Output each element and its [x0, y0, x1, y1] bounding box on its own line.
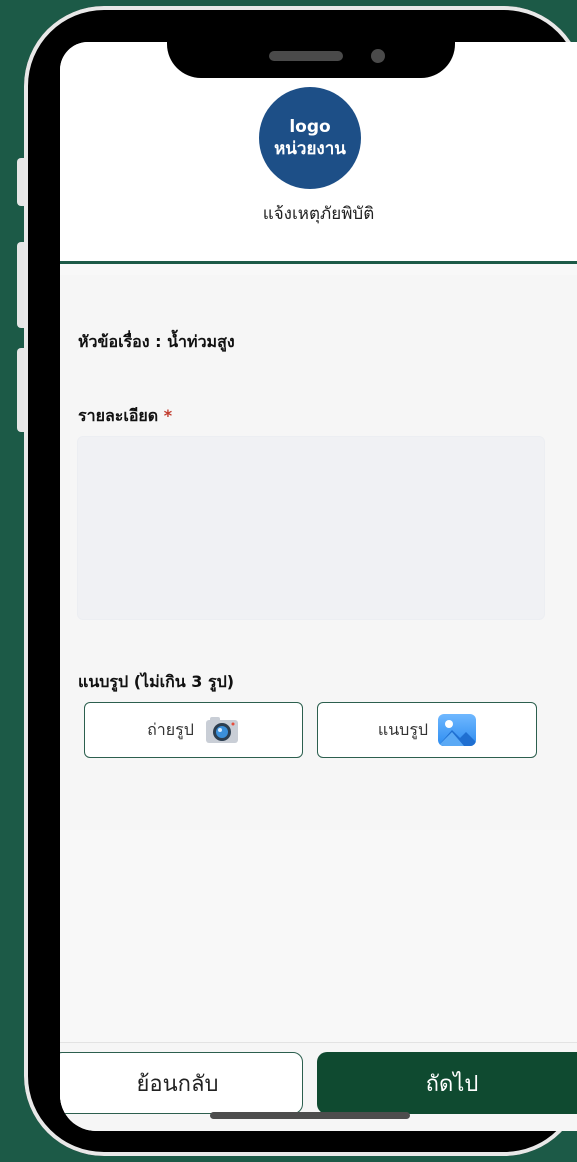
camera-icon [204, 715, 240, 745]
take-photo-label: ถ่ายรูป [147, 719, 194, 739]
attach-label: แนบรูป (ไม่เกิน 3 รูป) [78, 672, 235, 691]
phone-notch [167, 10, 455, 78]
app-screen: logo หน่วยงาน แจ้งเหตุภัยพิบัติ หัวข้อเร… [60, 42, 577, 1131]
page-title: แจ้งเหตุภัยพิบัติ [262, 204, 375, 224]
logo-text-line2: หน่วยงาน [274, 139, 346, 159]
detail-label: รายละเอียด * [78, 404, 172, 429]
next-button[interactable]: ถัดไป [317, 1052, 577, 1114]
logo-text-line1: logo [289, 117, 331, 137]
subject-label: หัวข้อเรื่อง : น้ำท่วมสูง [78, 332, 235, 351]
required-mark: * [163, 406, 173, 425]
back-button[interactable]: ย้อนกลับ [60, 1052, 303, 1114]
speaker-grille [269, 51, 343, 61]
agency-logo: logo หน่วยงาน [259, 87, 361, 189]
attach-photo-label: แนบรูป [377, 719, 429, 739]
front-camera [371, 49, 385, 63]
attach-photo-button[interactable]: แนบรูป [317, 702, 537, 758]
detail-label-text: รายละเอียด [78, 406, 159, 425]
image-icon [438, 714, 477, 746]
detail-textarea[interactable] [77, 436, 545, 620]
take-photo-button[interactable]: ถ่ายรูป [84, 702, 303, 758]
home-indicator [210, 1112, 410, 1119]
